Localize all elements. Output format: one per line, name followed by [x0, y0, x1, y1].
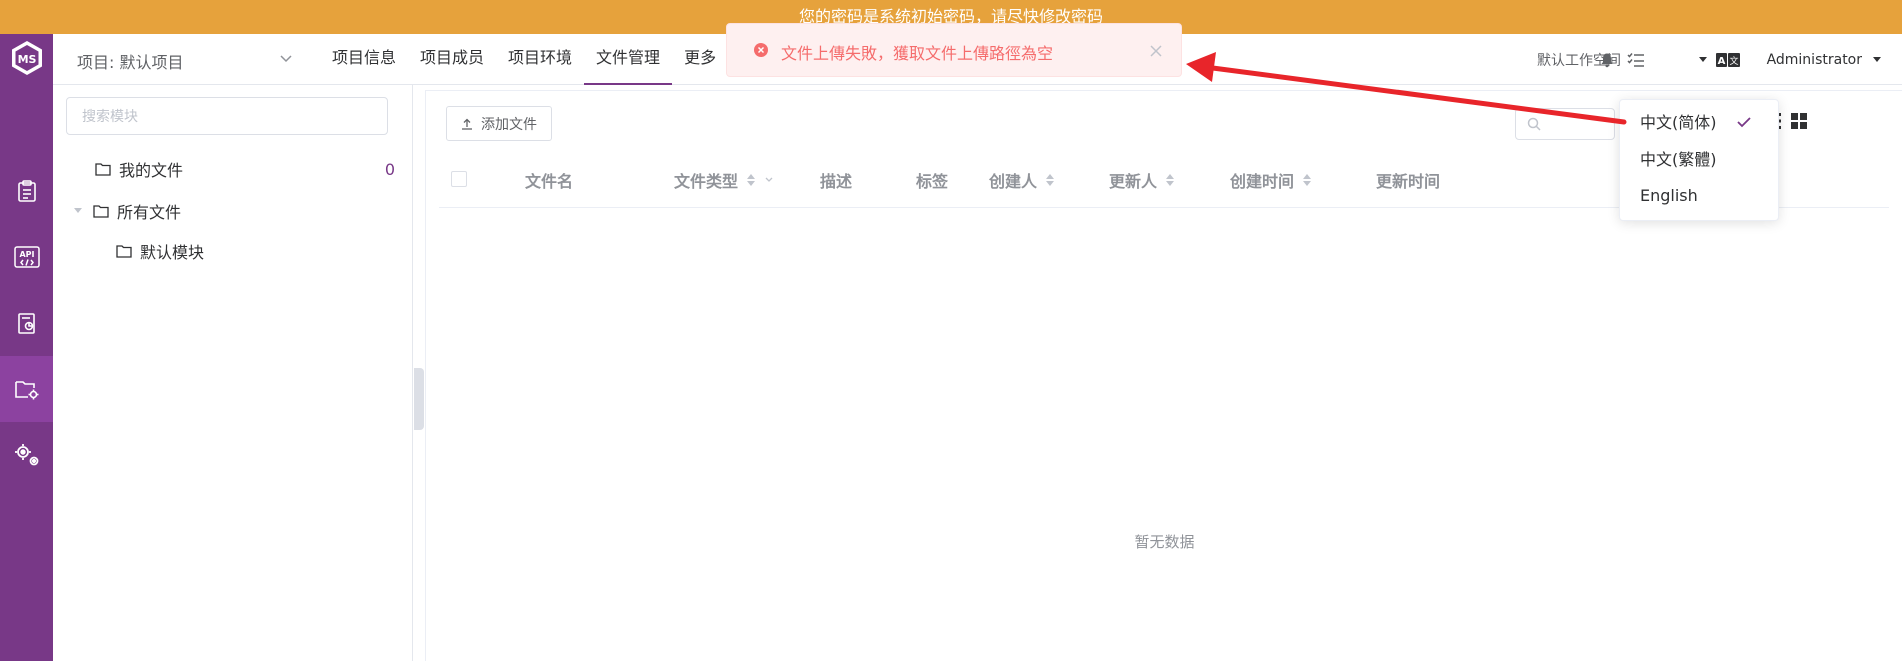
sort-icon[interactable] — [1302, 173, 1312, 187]
tree-item-all-files[interactable]: 所有文件 — [73, 195, 181, 227]
select-all-checkbox[interactable] — [451, 171, 467, 187]
tab-project-members[interactable]: 项目成员 — [408, 34, 496, 85]
add-file-button[interactable]: 添加文件 — [446, 106, 552, 141]
nav-api[interactable]: API — [0, 224, 53, 290]
tab-more[interactable]: 更多 — [672, 34, 728, 85]
grid-view-icon[interactable] — [1790, 112, 1808, 130]
language-dropdown: 中文(简体) 中文(繁體) English — [1619, 99, 1779, 221]
user-name: Administrator — [1766, 51, 1862, 68]
lang-option-zh-tw[interactable]: 中文(繁體) — [1640, 145, 1717, 175]
tab-file-management[interactable]: 文件管理 — [584, 34, 673, 85]
column-file-name[interactable]: 文件名 — [525, 151, 573, 208]
column-create-time[interactable]: 创建时间 — [1230, 151, 1312, 208]
caret-down-icon[interactable] — [73, 207, 83, 215]
search-icon — [1527, 117, 1541, 131]
folder-icon — [93, 205, 109, 218]
tab-project-info[interactable]: 项目信息 — [320, 34, 408, 85]
project-tabs: 项目信息 项目成员 项目环境 文件管理 更多 — [320, 34, 728, 85]
tree-item-label: 所有文件 — [117, 203, 182, 222]
workspace-selector[interactable]: 默认工作空间 — [1537, 34, 1707, 85]
folder-icon — [95, 163, 111, 176]
language-switch-icon[interactable]: A 文 — [1716, 34, 1740, 85]
nav-performance[interactable] — [0, 290, 53, 356]
module-sidebar: 我的文件 0 所有文件 默认模块 — [53, 85, 413, 661]
sort-icon[interactable] — [1045, 173, 1055, 187]
tree-item-default-module[interactable]: 默认模块 — [116, 235, 204, 267]
error-toast: 文件上傳失敗，獲取文件上傳路徑為空 — [726, 23, 1182, 77]
upload-icon — [462, 118, 472, 130]
close-icon[interactable] — [1149, 44, 1163, 58]
svg-text:API: API — [19, 250, 34, 259]
svg-text:文: 文 — [1729, 55, 1738, 67]
clipboard-icon — [17, 180, 36, 202]
gears-icon — [14, 444, 38, 466]
nav-project-files[interactable] — [0, 356, 53, 422]
app-nav-rail: MS API — [0, 34, 53, 661]
tab-project-env[interactable]: 项目环境 — [496, 34, 584, 85]
module-search-input[interactable] — [66, 97, 388, 135]
folder-icon — [116, 245, 132, 258]
my-files-count: 0 — [384, 159, 395, 179]
app-logo[interactable]: MS — [9, 40, 45, 76]
column-tags: 标签 — [916, 171, 949, 191]
sort-icon[interactable] — [1165, 173, 1175, 187]
add-file-label: 添加文件 — [481, 116, 537, 133]
nav-track[interactable] — [0, 158, 53, 224]
filter-chevron-icon[interactable] — [764, 176, 774, 184]
table-search-input[interactable] — [1515, 108, 1615, 140]
workspace-label: 默认工作空间 — [1537, 52, 1621, 69]
column-description: 描述 — [820, 171, 853, 191]
empty-state-text: 暂无数据 — [1134, 533, 1195, 551]
error-circle-icon — [754, 43, 768, 57]
user-caret-down-icon[interactable] — [1872, 34, 1882, 85]
sidebar-resize-handle[interactable] — [414, 368, 424, 430]
user-menu[interactable]: Administrator — [1752, 34, 1862, 85]
svg-text:MS: MS — [18, 53, 37, 66]
column-updater[interactable]: 更新人 — [1109, 151, 1175, 208]
tree-item-label: 我的文件 — [119, 161, 184, 180]
report-icon — [17, 313, 35, 334]
lang-option-zh-cn[interactable]: 中文(简体) — [1640, 108, 1717, 138]
svg-text:A: A — [1718, 56, 1726, 67]
folder-settings-icon — [14, 381, 38, 400]
tree-item-label: 默认模块 — [140, 243, 205, 262]
view-toggle — [1776, 112, 1808, 130]
lang-option-en[interactable]: English — [1640, 181, 1698, 211]
check-icon — [1737, 117, 1751, 128]
toast-message: 文件上傳失敗，獲取文件上傳路徑為空 — [781, 44, 1054, 63]
sort-icon[interactable] — [746, 173, 756, 187]
column-update-time[interactable]: 更新时间 — [1376, 151, 1440, 208]
tree-item-my-files[interactable]: 我的文件 0 — [95, 153, 413, 185]
api-icon: API — [13, 246, 40, 268]
column-creator[interactable]: 创建人 — [989, 151, 1055, 208]
caret-down-icon[interactable] — [1698, 34, 1708, 85]
project-selector[interactable]: 项目: 默认项目 — [77, 49, 183, 73]
column-file-type[interactable]: 文件类型 — [674, 151, 774, 208]
nav-settings[interactable] — [0, 422, 53, 488]
chevron-down-icon[interactable] — [279, 54, 293, 64]
